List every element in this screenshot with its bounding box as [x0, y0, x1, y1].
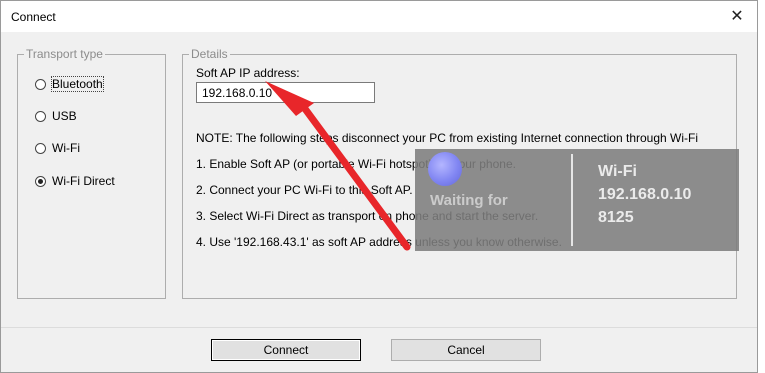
page-edge	[758, 0, 765, 373]
step-2-text: 2. Connect your PC Wi-Fi to this Soft AP…	[196, 183, 413, 197]
radio-wifi-direct-label[interactable]: Wi-Fi Direct	[52, 174, 115, 188]
radio-wifi-label[interactable]: Wi-Fi	[52, 141, 80, 155]
radio-button-checked-icon[interactable]	[35, 175, 46, 187]
connection-type: Wi-Fi	[598, 163, 637, 180]
radio-button-icon[interactable]	[35, 142, 46, 154]
radio-usb[interactable]: USB	[35, 108, 77, 124]
connect-dialog: Connect ✕ Transport type Bluetooth USB W…	[0, 0, 758, 373]
radio-bluetooth-label[interactable]: Bluetooth	[51, 76, 104, 92]
radio-button-icon[interactable]	[35, 78, 46, 90]
waiting-text: Waiting for	[430, 192, 508, 209]
waiting-status-overlay: Waiting for Wi-Fi 192.168.0.10 8125	[415, 149, 739, 251]
note-text: NOTE: The following steps disconnect you…	[196, 131, 699, 145]
radio-button-icon[interactable]	[35, 110, 46, 122]
connection-port: 8125	[598, 209, 634, 226]
connection-info: Wi-Fi 192.168.0.10 8125	[598, 160, 691, 229]
connect-button[interactable]: Connect	[211, 339, 361, 361]
dialog-body: Transport type Bluetooth USB Wi-Fi Wi-Fi…	[1, 32, 757, 327]
title-bar: Connect ✕	[1, 1, 757, 32]
transport-type-legend: Transport type	[26, 47, 103, 61]
overlay-divider	[571, 154, 573, 246]
connection-ip: 192.168.0.10	[598, 186, 692, 203]
details-legend: Details	[191, 47, 228, 61]
soft-ap-ip-label: Soft AP IP address:	[196, 66, 300, 80]
soft-ap-ip-input[interactable]	[196, 82, 375, 103]
radio-usb-label[interactable]: USB	[52, 109, 77, 123]
window-title: Connect	[11, 10, 56, 24]
radio-wifi[interactable]: Wi-Fi	[35, 140, 80, 156]
button-bar: Connect Cancel	[1, 327, 757, 372]
radio-bluetooth[interactable]: Bluetooth	[35, 76, 104, 92]
radio-wifi-direct[interactable]: Wi-Fi Direct	[35, 173, 115, 189]
cancel-button[interactable]: Cancel	[391, 339, 541, 361]
close-icon[interactable]: ✕	[725, 5, 749, 27]
status-bubble-icon	[428, 152, 462, 186]
transport-type-group: Transport type Bluetooth USB Wi-Fi Wi-Fi…	[17, 47, 166, 299]
